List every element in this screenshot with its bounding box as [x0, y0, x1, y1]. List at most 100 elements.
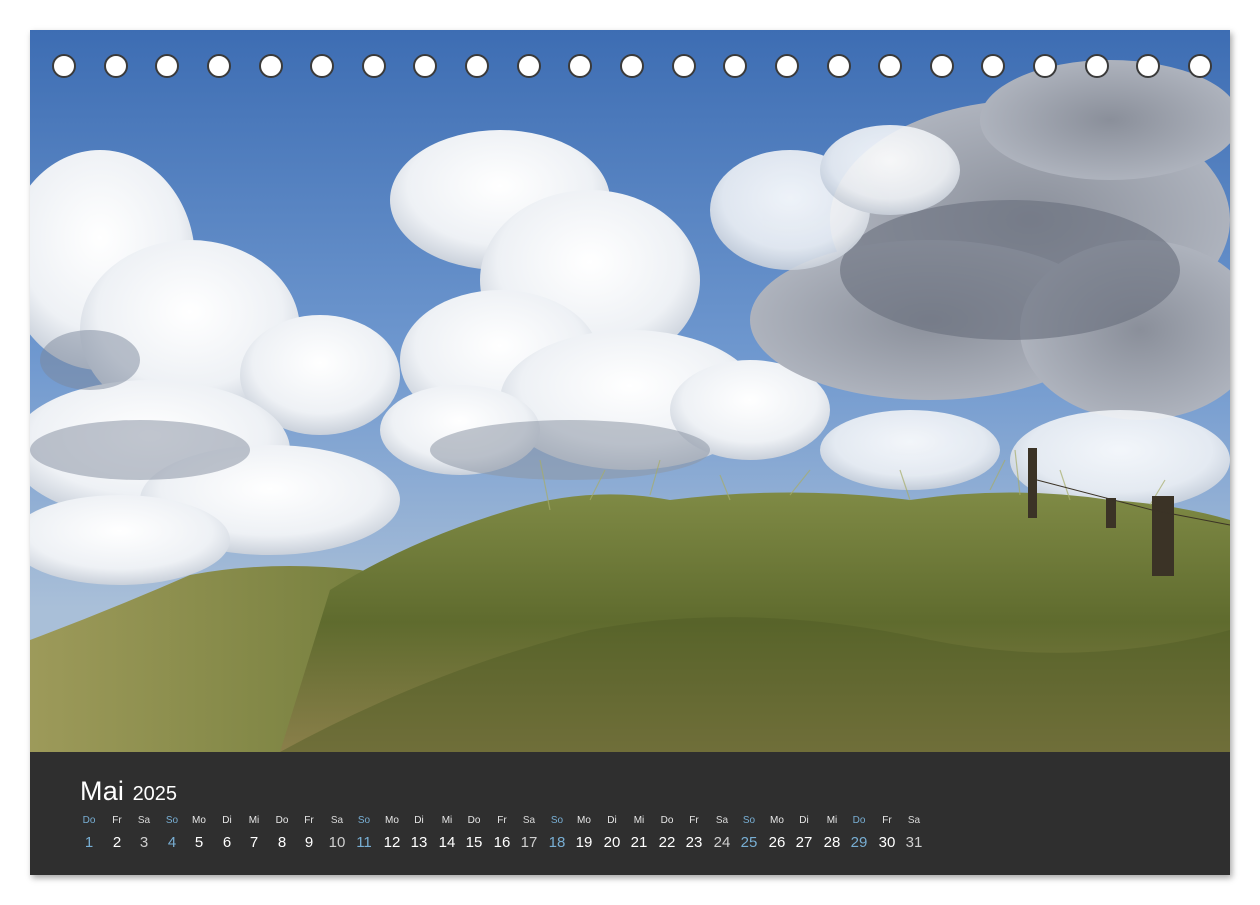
binding-hole: [52, 54, 76, 78]
day-cell: Do 1: [75, 814, 103, 852]
day-number: 18: [548, 834, 566, 851]
weekday-label: Fr: [497, 815, 507, 826]
day-cell: Fr 9: [295, 814, 323, 852]
month-title: Mai 2025: [80, 776, 177, 807]
binding-hole: [413, 54, 437, 78]
weekday-label: Do: [660, 815, 674, 826]
binding-hole: [155, 54, 179, 78]
weekday-label: Mi: [248, 815, 260, 826]
day-number: 5: [194, 834, 204, 851]
weekday-label: Sa: [715, 815, 729, 826]
weekday-label: Sa: [907, 815, 921, 826]
day-cell: Do 8: [268, 814, 296, 852]
day-cell: Do 15: [460, 814, 488, 852]
day-number: 15: [465, 834, 483, 851]
day-cell: Mo 12: [378, 814, 406, 852]
weekday-label: Fr: [112, 815, 122, 826]
day-cell: Do 22: [653, 814, 681, 852]
day-number: 22: [658, 834, 676, 851]
day-number: 13: [410, 834, 428, 851]
day-cell: So 18: [543, 814, 571, 852]
binding-hole: [568, 54, 592, 78]
month-year: 2025: [132, 783, 178, 805]
binding-hole: [827, 54, 851, 78]
weekday-label: So: [357, 815, 371, 826]
weekday-label: Mo: [770, 815, 784, 826]
day-cell: So 25: [735, 814, 763, 852]
binding-hole: [981, 54, 1005, 78]
binding-hole: [723, 54, 747, 78]
spiral-binding-holes: [52, 54, 1212, 80]
weekday-label: Di: [799, 815, 809, 826]
binding-hole: [1188, 54, 1212, 78]
day-number: 8: [277, 834, 287, 851]
weekday-label: Di: [222, 815, 232, 826]
day-number: 4: [167, 834, 177, 851]
binding-hole: [259, 54, 283, 78]
weekday-label: Do: [467, 815, 481, 826]
binding-hole: [465, 54, 489, 78]
day-cell: Mo 26: [763, 814, 791, 852]
day-number: 23: [685, 834, 703, 851]
day-number: 17: [520, 834, 538, 851]
binding-hole: [517, 54, 541, 78]
day-cell: So 4: [158, 814, 186, 852]
dune-landscape-photo: [30, 30, 1230, 752]
day-cell: Do 29: [845, 814, 873, 852]
day-number: 1: [84, 834, 94, 851]
binding-hole: [620, 54, 644, 78]
weekday-label: Mo: [577, 815, 591, 826]
day-number: 20: [603, 834, 621, 851]
weekday-label: Sa: [137, 815, 151, 826]
weekday-label: So: [550, 815, 564, 826]
day-number: 29: [850, 834, 868, 851]
day-number: 30: [878, 834, 896, 851]
calendar-sheet: Mai 2025 Do 1 Fr 2 Sa 3 So 4 Mo 5 Di 6 Mi 7 Do 8 Fr 9 Sa 10…: [30, 30, 1230, 875]
weekday-label: Fr: [304, 815, 314, 826]
day-cell: Mi 28: [818, 814, 846, 852]
binding-hole: [775, 54, 799, 78]
weekday-label: Mi: [633, 815, 645, 826]
binding-hole: [104, 54, 128, 78]
day-cell: Di 27: [790, 814, 818, 852]
binding-hole: [362, 54, 386, 78]
day-number: 16: [493, 834, 511, 851]
day-number: 2: [112, 834, 122, 851]
weekday-label: Mi: [441, 815, 453, 826]
day-number: 7: [249, 834, 259, 851]
day-number: 14: [438, 834, 456, 851]
day-cell: Sa 31: [900, 814, 928, 852]
weekday-label: So: [165, 815, 179, 826]
binding-hole: [1033, 54, 1057, 78]
binding-hole: [672, 54, 696, 78]
binding-hole: [1085, 54, 1109, 78]
day-number: 9: [304, 834, 314, 851]
weekday-label: Sa: [330, 815, 344, 826]
weekday-label: Mo: [192, 815, 206, 826]
day-number: 12: [383, 834, 401, 851]
day-cell: Mi 7: [240, 814, 268, 852]
day-number: 28: [823, 834, 841, 851]
binding-hole: [930, 54, 954, 78]
day-number: 21: [630, 834, 648, 851]
binding-hole: [1136, 54, 1160, 78]
day-number: 3: [139, 834, 149, 851]
day-cell: Mi 21: [625, 814, 653, 852]
day-cell: Di 20: [598, 814, 626, 852]
binding-hole: [207, 54, 231, 78]
day-number: 25: [740, 834, 758, 851]
calendar-band: Mai 2025 Do 1 Fr 2 Sa 3 So 4 Mo 5 Di 6 Mi 7 Do 8 Fr 9 Sa 10…: [30, 752, 1230, 875]
weekday-label: Mi: [826, 815, 838, 826]
day-cell: Fr 2: [103, 814, 131, 852]
day-cell: Mi 14: [433, 814, 461, 852]
day-cell: Di 13: [405, 814, 433, 852]
day-cell: Fr 16: [488, 814, 516, 852]
weekday-label: Fr: [689, 815, 699, 826]
day-cell: Sa 17: [515, 814, 543, 852]
weekday-label: Fr: [882, 815, 892, 826]
weekday-label: So: [742, 815, 756, 826]
calendar-page: Mai 2025 Do 1 Fr 2 Sa 3 So 4 Mo 5 Di 6 Mi 7 Do 8 Fr 9 Sa 10…: [0, 0, 1260, 905]
weekday-label: Do: [275, 815, 289, 826]
weekday-label: Di: [607, 815, 617, 826]
day-number: 24: [713, 834, 731, 851]
